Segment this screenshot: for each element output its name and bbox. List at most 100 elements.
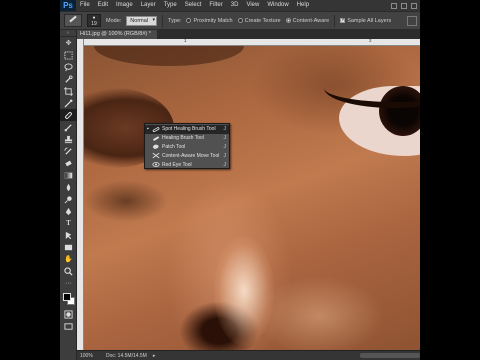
menu-edit[interactable]: Edit	[94, 0, 112, 11]
eyedropper-tool[interactable]	[60, 97, 77, 109]
brush-size-picker[interactable]: ● 19	[87, 14, 101, 27]
type-label: Type:	[168, 17, 182, 24]
lasso-icon	[64, 62, 73, 71]
menu-window[interactable]: Window	[263, 0, 292, 11]
mode-label: Mode:	[106, 17, 122, 24]
more-tools[interactable]: ···	[60, 277, 77, 289]
hand-icon: ✋	[64, 256, 73, 263]
flyout-item-label: Patch Tool	[162, 143, 186, 150]
menu-help[interactable]: Help	[293, 0, 313, 11]
gradient-tool[interactable]	[60, 169, 77, 181]
photo-right-eyelid	[324, 68, 420, 108]
color-swatches	[60, 292, 77, 308]
photoshop-window: Ps File Edit Image Layer Type Select Fil…	[60, 0, 420, 360]
radio-proximity-match[interactable]: Proximity Match	[186, 18, 233, 24]
radio-selected-icon	[285, 18, 291, 23]
status-bar: 100% Doc: 14.5M/14.5M ▸	[77, 350, 420, 360]
menu-filter[interactable]: Filter	[205, 0, 226, 11]
path-selection-tool[interactable]	[60, 229, 77, 241]
clone-stamp-tool[interactable]	[60, 133, 77, 145]
flyout-content-aware-move[interactable]: Content-Aware Move Tool J	[145, 151, 229, 160]
minimize-icon[interactable]	[391, 2, 397, 9]
menu-select[interactable]: Select	[181, 0, 206, 11]
blur-tool[interactable]	[60, 181, 77, 193]
flyout-shortcut: J	[223, 126, 227, 133]
zoom-tool[interactable]	[60, 265, 77, 277]
radio-icon	[237, 18, 243, 23]
pen-tool[interactable]	[60, 205, 77, 217]
image-canvas[interactable]	[84, 46, 420, 350]
panel-grip-icon[interactable]: »	[60, 30, 76, 37]
ruler-mark: 2	[369, 38, 372, 43]
radio-content-aware[interactable]: Content-Aware	[285, 18, 329, 24]
checkbox-checked-icon	[340, 17, 345, 23]
document-tab[interactable]: Hi11.jpg @ 100% (RGB/8#) *	[77, 30, 157, 39]
brush-tool[interactable]	[60, 121, 77, 133]
screen-mode-tool[interactable]	[60, 320, 77, 332]
menu-3d[interactable]: 3D	[227, 0, 243, 11]
move-icon: ✥	[65, 40, 72, 47]
photo-brow	[94, 46, 244, 66]
sample-all-layers-checkbox[interactable]: Sample All Layers	[340, 17, 391, 24]
brush-icon	[64, 123, 72, 131]
move-tool[interactable]: ✥	[60, 37, 77, 49]
type-tool[interactable]: T	[60, 217, 77, 229]
photoshop-logo: Ps	[60, 0, 76, 11]
flyout-patch[interactable]: Patch Tool J	[145, 143, 229, 152]
marquee-icon	[64, 50, 73, 60]
lasso-tool[interactable]	[60, 61, 77, 73]
mode-select[interactable]: Normal	[126, 15, 158, 26]
quick-mask-tool[interactable]	[60, 308, 77, 320]
magnifier-icon	[64, 266, 73, 276]
flyout-spot-healing-brush[interactable]: ▪ Spot Healing Brush Tool J	[145, 125, 229, 134]
vertical-ruler	[77, 39, 84, 350]
flyout-item-label: Red Eye Tool	[162, 161, 192, 168]
ruler-mark: 1	[184, 38, 187, 43]
droplet-icon	[66, 183, 71, 191]
pressure-size-icon[interactable]	[407, 15, 417, 26]
spot-healing-tool[interactable]	[60, 109, 77, 121]
zoom-level[interactable]: 100%	[80, 353, 100, 359]
maximize-icon[interactable]	[401, 2, 407, 9]
horizontal-scrollbar[interactable]	[360, 353, 420, 358]
history-brush-tool[interactable]	[60, 145, 77, 157]
dodge-tool[interactable]	[60, 193, 77, 205]
menu-type[interactable]: Type	[160, 0, 181, 11]
eraser-icon	[65, 160, 72, 166]
options-bar: ●19 Mode: Normal Type: Proximity Match C…	[60, 11, 420, 30]
tool-preset-picker[interactable]	[64, 14, 82, 27]
healing-tools-flyout: ▪ Spot Healing Brush Tool J Healing Brus…	[144, 123, 230, 169]
crop-tool[interactable]	[60, 85, 77, 97]
healing-brush-icon	[152, 136, 159, 141]
bandage-icon	[65, 111, 72, 119]
type-icon: T	[66, 219, 71, 227]
flyout-item-label: Healing Brush Tool	[162, 135, 204, 142]
doc-size: Doc: 14.5M/14.5M	[106, 352, 147, 359]
quick-selection-tool[interactable]	[60, 73, 77, 85]
shape-tool[interactable]	[60, 241, 77, 253]
foreground-color-swatch[interactable]	[63, 293, 71, 301]
flyout-healing-brush[interactable]: Healing Brush Tool J	[145, 134, 229, 143]
hand-tool[interactable]: ✋	[60, 253, 77, 265]
menu-bar: Ps File Edit Image Layer Type Select Fil…	[60, 0, 420, 11]
menu-layer[interactable]: Layer	[137, 0, 160, 11]
status-arrow-icon[interactable]: ▸	[153, 353, 156, 359]
flyout-red-eye[interactable]: Red Eye Tool J	[145, 160, 229, 169]
history-brush-icon	[64, 146, 72, 155]
eraser-tool[interactable]	[60, 157, 77, 169]
close-icon[interactable]	[411, 2, 417, 9]
menu-view[interactable]: View	[242, 0, 263, 11]
flyout-item-label: Spot Healing Brush Tool	[162, 126, 216, 133]
flyout-shortcut: J	[223, 161, 227, 168]
marquee-tool[interactable]	[60, 49, 77, 61]
menu-file[interactable]: File	[76, 0, 94, 11]
tools-panel: » ✥ T ✋ ···	[60, 30, 77, 360]
spot-healing-brush-icon	[152, 127, 159, 133]
stamp-icon	[64, 135, 73, 143]
divider	[162, 14, 164, 27]
content-aware-move-icon	[152, 152, 159, 159]
radio-create-texture[interactable]: Create Texture	[237, 18, 281, 24]
rectangle-icon	[64, 244, 73, 250]
dodge-icon	[64, 195, 72, 203]
menu-image[interactable]: Image	[112, 0, 137, 11]
